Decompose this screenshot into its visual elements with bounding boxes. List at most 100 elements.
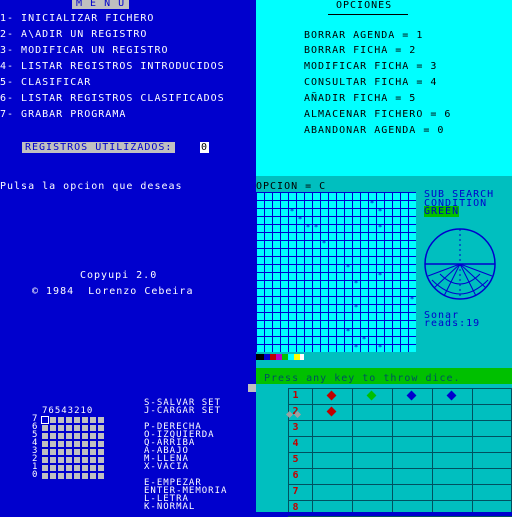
board-col-line [432,388,433,512]
bit-cell[interactable] [98,425,104,431]
bit-cell[interactable] [74,473,80,479]
dice-board[interactable]: 12345678 [288,388,512,517]
bit-cell[interactable] [90,433,96,439]
opcion-item-4[interactable]: CONSULTAR FICHA = 4 [304,77,437,88]
bit-cell[interactable] [74,465,80,471]
opcion-item-7[interactable]: ABANDONAR AGENDA = 0 [304,125,444,136]
bit-cell[interactable] [90,457,96,463]
bit-cell[interactable] [98,449,104,455]
opciones-title: OPCIONES [336,0,393,11]
bit-cell[interactable] [50,417,56,423]
menu-item-1[interactable]: 1- INICIALIZAR FICHERO [0,13,154,24]
bit-cell[interactable] [42,473,48,479]
bit-cell[interactable] [90,473,96,479]
dice-prompt-bar[interactable]: Press any key to throw dice. [256,368,512,384]
bit-cell[interactable] [74,433,80,439]
bit-cell[interactable] [98,457,104,463]
bit-cell[interactable] [50,465,56,471]
menu-item-5[interactable]: 5- CLASIFICAR [0,77,91,88]
bit-cell[interactable] [74,417,80,423]
grid-star: * [345,263,351,272]
bit-cell[interactable] [58,449,64,455]
bit-cell[interactable] [58,457,64,463]
menu-item-4[interactable]: 4- LISTAR REGISTROS INTRODUCIDOS [0,61,225,72]
bit-cell[interactable] [42,433,48,439]
bit-cell[interactable] [82,457,88,463]
bit-cell[interactable] [82,465,88,471]
grid-star: * [353,343,359,352]
bit-cell[interactable] [82,441,88,447]
bit-cell[interactable] [90,441,96,447]
bit-cell[interactable] [50,441,56,447]
bit-cell[interactable] [98,433,104,439]
menu-item-7[interactable]: 7- GRABAR PROGRAMA [0,109,126,120]
bit-cell[interactable] [90,417,96,423]
bit-cell[interactable] [66,417,72,423]
opcion-item-6[interactable]: ALMACENAR FICHERO = 6 [304,109,451,120]
bit-cell[interactable] [42,449,48,455]
bit-cell[interactable] [66,425,72,431]
board-token [366,390,377,401]
bit-cell[interactable] [82,449,88,455]
opcion-item-1[interactable]: BORRAR AGENDA = 1 [304,30,423,41]
bit-cell[interactable] [42,457,48,463]
bit-cell[interactable] [50,457,56,463]
board-token [406,390,417,401]
bit-cell[interactable] [58,425,64,431]
menu-item-6[interactable]: 6- LISTAR REGISTROS CLASIFICADOS [0,93,225,104]
copyright-author: © 1984 Lorenzo Cebeira [32,286,194,297]
opcion-item-3[interactable]: MODIFICAR FICHA = 3 [304,61,437,72]
opcion-item-5[interactable]: AÑADIR FICHA = 5 [304,93,416,104]
board-row-number: 7 [292,486,300,497]
board-row-line [288,468,512,469]
control-hint: J-CARGAR SET [144,406,222,416]
board-token [326,390,337,401]
opcion-item-2[interactable]: BORRAR FICHA = 2 [304,45,416,56]
bit-cell[interactable] [98,441,104,447]
menu-item-3[interactable]: 3- MODIFICAR UN REGISTRO [0,45,169,56]
bit-cell[interactable] [74,425,80,431]
bit-cell[interactable] [82,425,88,431]
bit-cell[interactable] [58,433,64,439]
board-row-number: 5 [292,454,300,465]
player-tokens [272,399,304,423]
bit-cell[interactable] [58,473,64,479]
bit-cell[interactable] [41,416,49,424]
bit-cell[interactable] [50,433,56,439]
bit-cell[interactable] [90,449,96,455]
grid-star: * [297,215,303,224]
opcion-label: OPCION = C [256,181,327,192]
bit-cell[interactable] [98,473,104,479]
grid-star: * [313,223,319,232]
grid-star: * [353,303,359,312]
grid-star: * [305,223,311,232]
bit-cell[interactable] [42,441,48,447]
search-grid[interactable]: * * * * * * * * * * * * * * * * * [256,192,416,352]
bit-cell[interactable] [58,417,64,423]
bit-cell[interactable] [66,449,72,455]
bit-cell[interactable] [58,441,64,447]
bit-cell[interactable] [50,473,56,479]
bit-cell[interactable] [66,465,72,471]
bit-cell[interactable] [42,465,48,471]
bit-cell[interactable] [82,433,88,439]
bit-cell[interactable] [66,441,72,447]
bit-cell[interactable] [74,449,80,455]
bit-cell[interactable] [98,465,104,471]
bit-cell[interactable] [66,457,72,463]
bit-cell[interactable] [74,457,80,463]
bit-cell[interactable] [42,425,48,431]
bit-cell[interactable] [82,417,88,423]
bit-cell[interactable] [58,465,64,471]
bit-cell[interactable] [90,425,96,431]
grid-star: * [369,199,375,208]
menu-item-2[interactable]: 2- A\ADIR UN REGISTRO [0,29,147,40]
bit-cell[interactable] [82,473,88,479]
bit-cell[interactable] [90,465,96,471]
bit-cell[interactable] [66,473,72,479]
bit-cell[interactable] [50,425,56,431]
bit-cell[interactable] [98,417,104,423]
bit-cell[interactable] [50,449,56,455]
bit-cell[interactable] [74,441,80,447]
bit-cell[interactable] [66,433,72,439]
